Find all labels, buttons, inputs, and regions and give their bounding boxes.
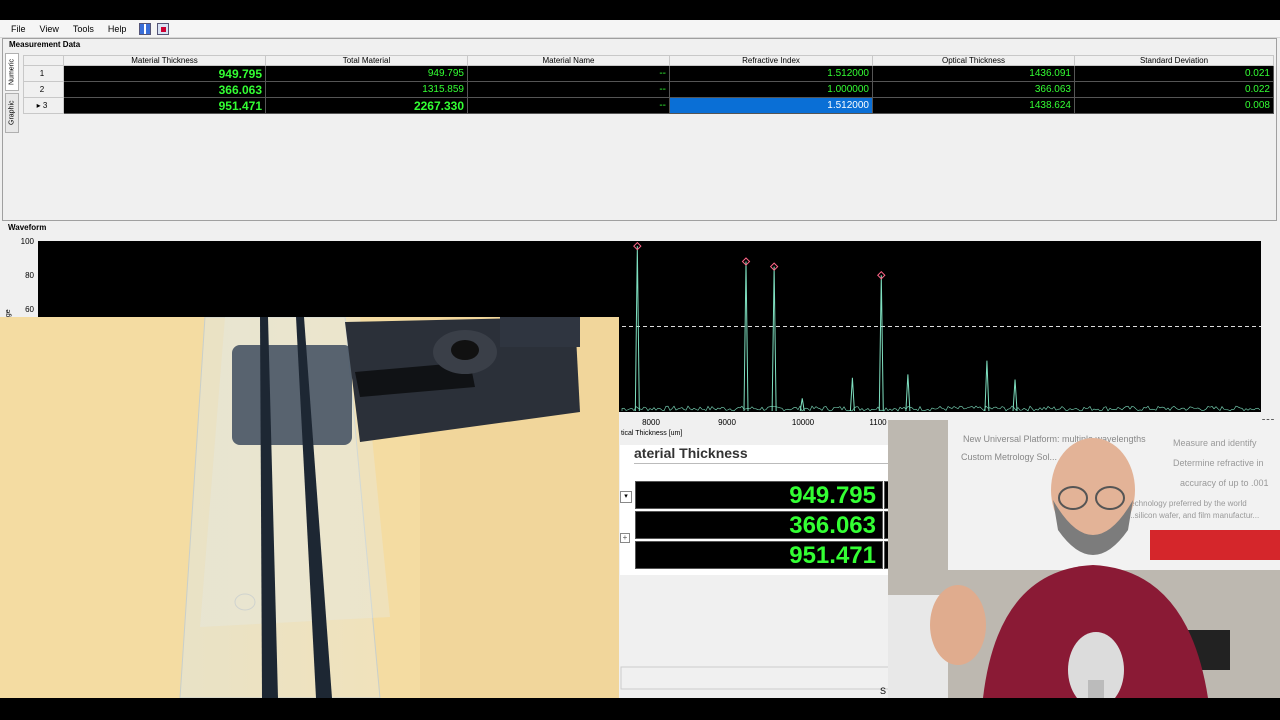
cell-total[interactable]: 2267.330 (265, 97, 468, 114)
zoom-value-row: 366.063 (635, 511, 883, 539)
presenter-webcam: New Universal Platform: multiple wavelen… (888, 420, 1280, 698)
measurement-table: Material Thickness Total Material Materi… (23, 55, 1274, 114)
expand-icon[interactable]: + (620, 533, 630, 543)
row-number-label: 3 (42, 101, 48, 110)
poster-text: Custom Metrology Sol... (961, 452, 1057, 462)
cell-name[interactable]: -- (467, 81, 670, 98)
measurement-data-panel: Measurement Data Numeric Graphic Materia… (2, 38, 1277, 234)
row-number-current[interactable]: ▸ 3 (23, 97, 64, 114)
row-header-corner (23, 55, 64, 66)
cell-name[interactable]: -- (467, 97, 670, 114)
poster-text: Determine refractive in (1173, 458, 1264, 468)
row-number[interactable]: 1 (23, 65, 64, 82)
status-fragment: S (880, 686, 887, 696)
cell-stdev[interactable]: 0.008 (1074, 97, 1274, 114)
x-tick-label: 1100 (869, 418, 887, 427)
table-row[interactable]: 1 949.795 949.795 -- 1.512000 1436.091 0… (23, 65, 1274, 82)
y-tick-label: 80 (25, 271, 34, 280)
poster-text: ...silicon wafer, and film manufactur... (1128, 511, 1259, 520)
current-row-marker: ▸ (36, 101, 41, 110)
cell-optical[interactable]: 1436.091 (872, 65, 1075, 82)
view-tabs: Numeric Graphic (5, 53, 19, 231)
dropdown-arrow-icon[interactable]: ▾ (620, 491, 632, 503)
cell-stdev[interactable]: 0.022 (1074, 81, 1274, 98)
col-refractive-index[interactable]: Refractive Index (669, 55, 873, 66)
row-number[interactable]: 2 (23, 81, 64, 98)
col-material-thickness[interactable]: Material Thickness (63, 55, 266, 66)
cell-ri[interactable]: 1.512000 (669, 65, 873, 82)
tab-numeric[interactable]: Numeric (5, 53, 19, 91)
cell-thickness[interactable]: 951.471 (63, 97, 266, 114)
col-total-material[interactable]: Total Material (265, 55, 468, 66)
menu-tools[interactable]: Tools (66, 24, 101, 34)
menu-view[interactable]: View (33, 24, 66, 34)
sample-photo (0, 317, 619, 698)
cell-ri-selected[interactable]: 1.512000 (669, 97, 873, 114)
x-axis-label: tical Thickness [um] (621, 430, 682, 437)
cell-thickness[interactable]: 366.063 (63, 81, 266, 98)
col-material-name[interactable]: Material Name (467, 55, 670, 66)
cell-stdev[interactable]: 0.021 (1074, 65, 1274, 82)
columns-icon[interactable] (139, 22, 152, 35)
cell-total[interactable]: 1315.859 (265, 81, 468, 98)
zoom-value-row: 949.795 (635, 481, 883, 509)
y-tick-label: 60 (25, 305, 34, 314)
zoom-value-row: 951.471 (635, 541, 883, 569)
tab-graphic[interactable]: Graphic (5, 93, 19, 133)
presenter-photo: New Universal Platform: multiple wavelen… (888, 420, 1280, 698)
table-row[interactable]: 2 366.063 1315.859 -- 1.000000 366.063 0… (23, 81, 1274, 98)
y-tick-label: 100 (21, 237, 35, 246)
x-tick-label: 10000 (792, 418, 815, 427)
poster-text: Measure and identify (1173, 438, 1257, 448)
menu-help[interactable]: Help (101, 24, 134, 34)
cell-ri[interactable]: 1.000000 (669, 81, 873, 98)
capture-icon[interactable] (157, 22, 170, 35)
table-row[interactable]: ▸ 3 951.471 2267.330 -- 1.512000 1438.62… (23, 97, 1274, 114)
cell-thickness[interactable]: 949.795 (63, 65, 266, 82)
zoom-header: aterial Thickness (634, 445, 748, 461)
cell-optical[interactable]: 1438.624 (872, 97, 1075, 114)
app-window: File View Tools Help Measurement Data Nu… (0, 20, 1280, 698)
cell-name[interactable]: -- (467, 65, 670, 82)
x-tick-label: 8000 (642, 418, 660, 427)
poster-text: accuracy of up to .001 (1180, 478, 1269, 488)
poster-text: New Universal Platform: multiple wavelen… (963, 434, 1146, 444)
x-tick-label: 9000 (718, 418, 736, 427)
measurement-data-title: Measurement Data (9, 40, 81, 49)
col-standard-deviation[interactable]: Standard Deviation (1074, 55, 1274, 66)
col-optical-thickness[interactable]: Optical Thickness (872, 55, 1075, 66)
lower-panel-strip (620, 666, 892, 690)
sample-camera-view (0, 317, 619, 698)
cell-optical[interactable]: 366.063 (872, 81, 1075, 98)
cell-total[interactable]: 949.795 (265, 65, 468, 82)
menu-file[interactable]: File (4, 24, 33, 34)
poster-text: technology preferred by the world (1128, 499, 1247, 508)
menu-bar: File View Tools Help (0, 20, 1280, 38)
